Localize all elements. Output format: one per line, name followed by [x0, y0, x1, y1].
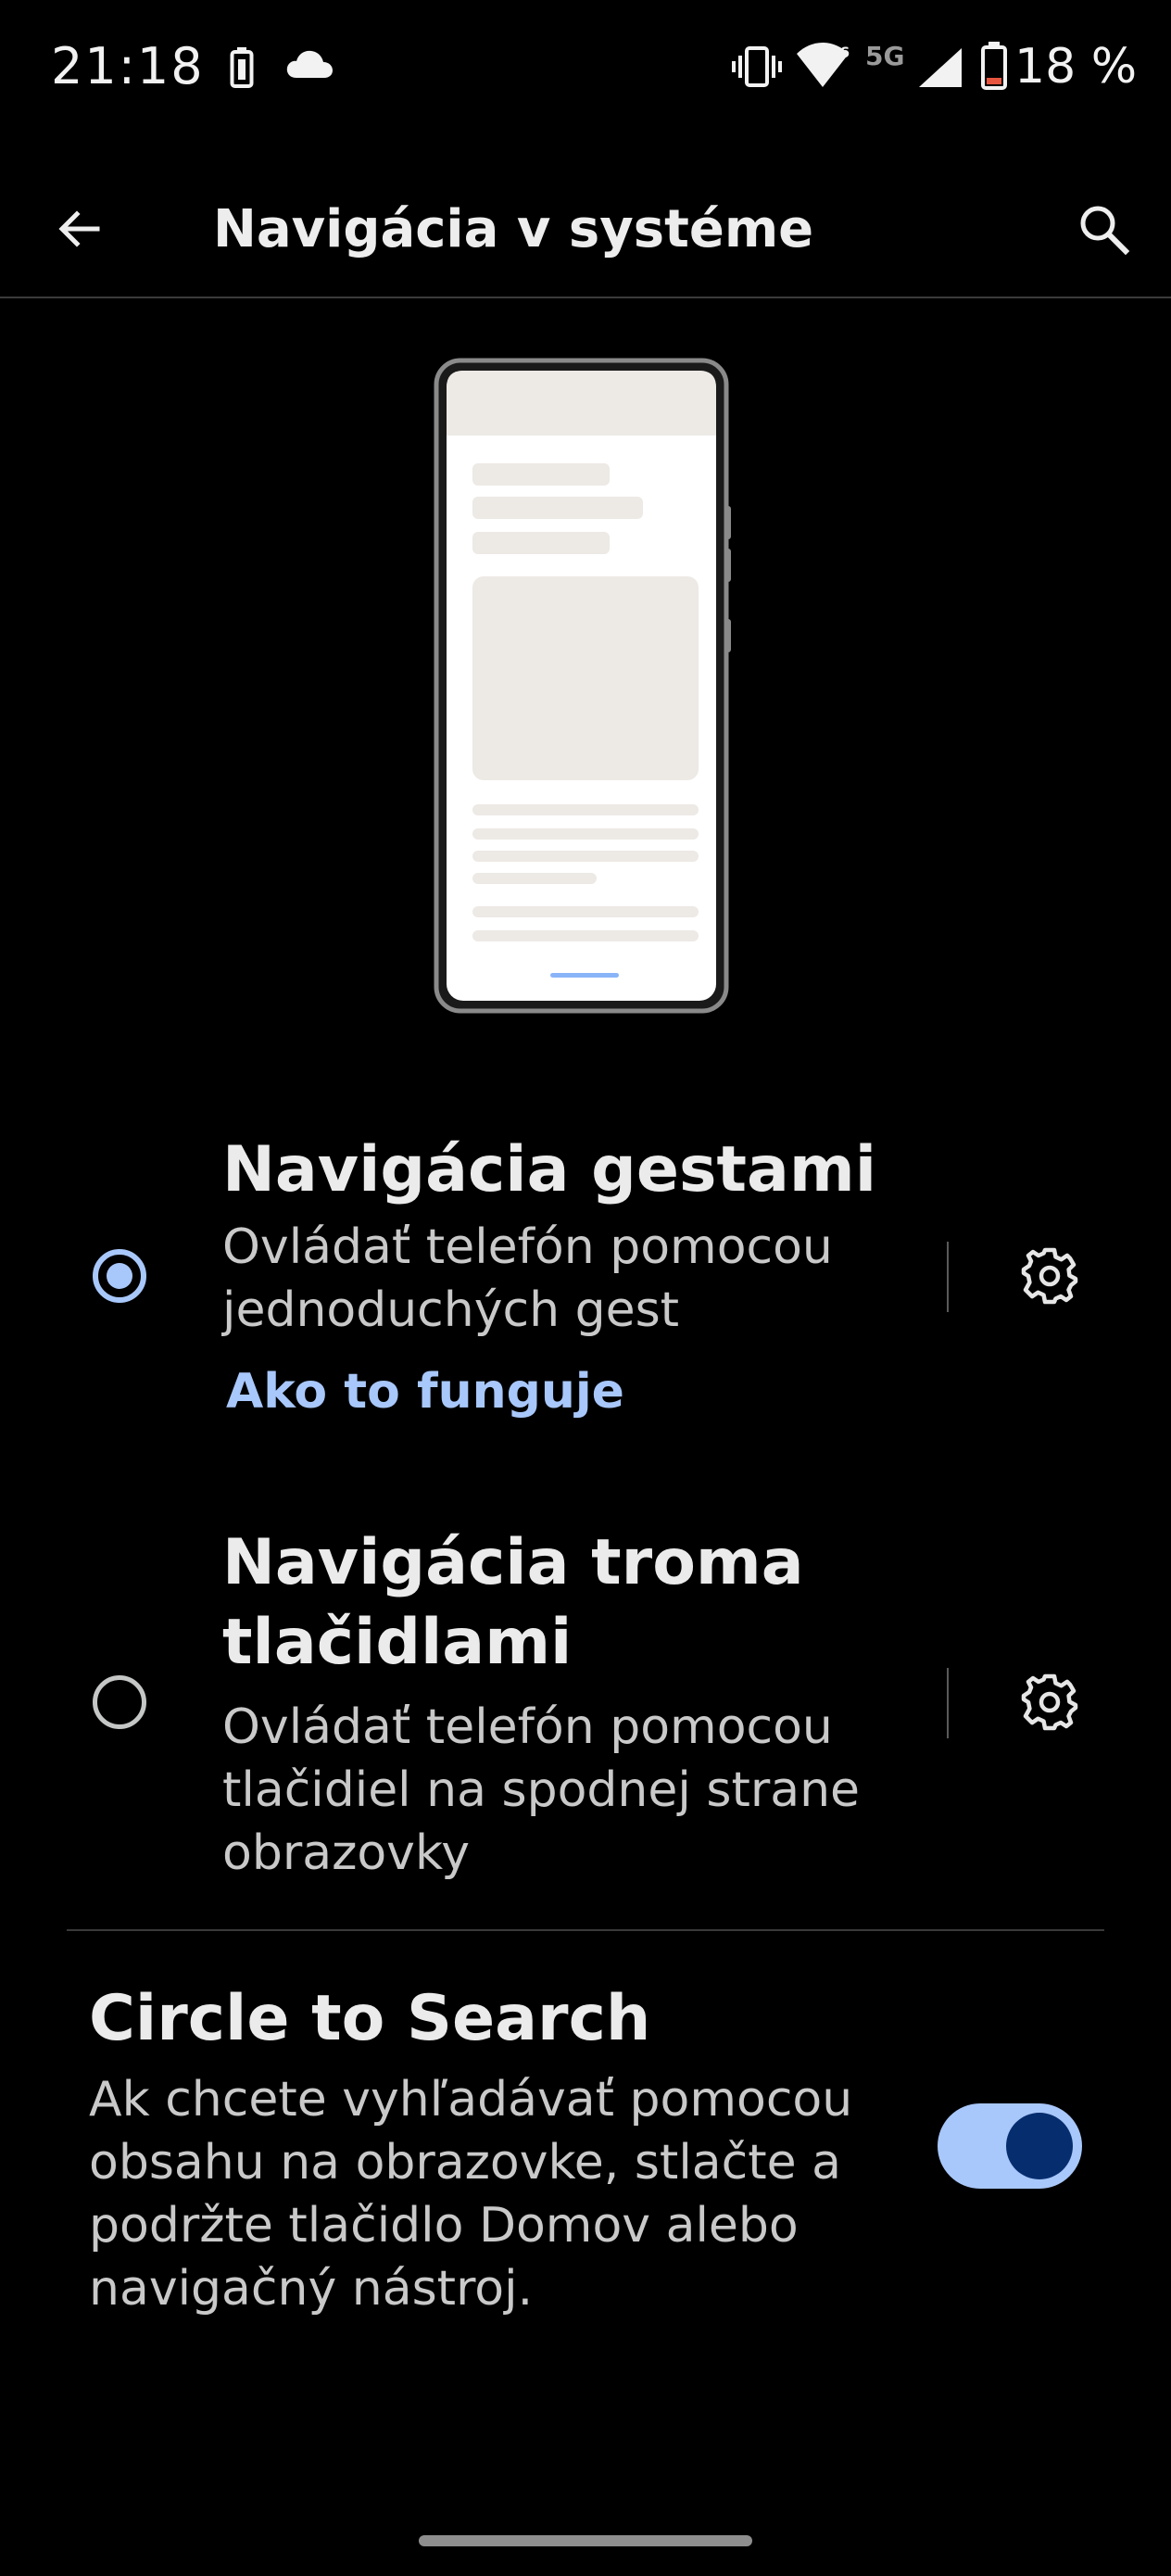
how-it-works-link[interactable]: Ako to funguje: [226, 1360, 624, 1423]
vibrate-icon: [732, 46, 782, 87]
battery-saver-icon: [230, 47, 254, 88]
wifi-icon: 6: [797, 43, 850, 87]
svg-text:6: 6: [839, 44, 850, 61]
battery-icon: [981, 42, 1007, 90]
arrow-back-icon: [58, 210, 100, 247]
option-divider: [947, 1242, 949, 1312]
option-title: Navigácia troma tlačidlami: [222, 1526, 804, 1679]
option-summary: Ovládať telefón pomocou tlačidiel na spo…: [222, 1699, 861, 1881]
search-button[interactable]: [1062, 187, 1145, 271]
circle-to-search-title: Circle to Search: [89, 1982, 651, 2055]
option-title: Navigácia gestami: [222, 1133, 876, 1206]
back-button[interactable]: [37, 187, 120, 271]
circle-to-search-summary: Ak chcete vyhľadávať pomocou obsahu na o…: [89, 2072, 853, 2317]
gear-icon: [1021, 1673, 1078, 1731]
option-divider: [947, 1668, 949, 1738]
toggle-thumb: [1006, 2113, 1073, 2179]
gesture-settings-button[interactable]: [1008, 1234, 1091, 1318]
gear-icon: [1021, 1247, 1078, 1305]
cellular-signal-icon: [919, 48, 962, 87]
radio-gesture-navigation[interactable]: [93, 1249, 146, 1303]
radio-three-button-navigation[interactable]: [93, 1675, 146, 1729]
top-app-bar: Navigácia v systéme: [0, 167, 1171, 297]
page-title: Navigácia v systéme: [213, 199, 814, 259]
status-time: 21:18: [51, 37, 205, 95]
circle-to-search-toggle[interactable]: [938, 2103, 1082, 2189]
option-gesture-navigation[interactable]: Navigácia gestami Ovládať telefón pomoco…: [0, 1112, 1171, 1446]
option-summary: Ovládať telefón pomocou jednoduchých ges…: [222, 1219, 833, 1338]
gesture-navigation-illustration: [434, 358, 731, 1014]
search-icon: [1080, 206, 1130, 256]
section-divider: [67, 1929, 1104, 1931]
battery-percentage: 18 %: [1014, 39, 1138, 95]
option-three-button-navigation[interactable]: Navigácia troma tlačidlami Ovládať telef…: [0, 1520, 1171, 1909]
status-bar: 21:18 6 5G 18 %: [0, 0, 1171, 130]
app-bar-divider: [0, 297, 1171, 298]
three-button-settings-button[interactable]: [1008, 1661, 1091, 1744]
network-type-label: 5G: [865, 41, 905, 71]
gesture-navigation-handle[interactable]: [419, 2535, 752, 2546]
cloud-icon: [286, 50, 333, 78]
